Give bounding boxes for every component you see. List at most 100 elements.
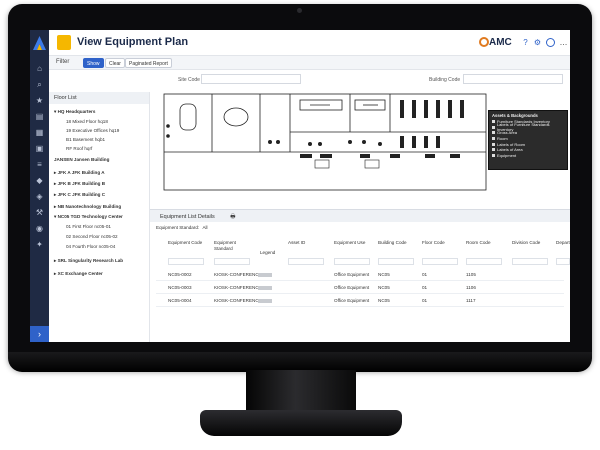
tree-building-item[interactable]: ▸ NB Nanotechnology Building: [54, 204, 121, 210]
show-button[interactable]: Show: [83, 58, 104, 68]
column-header[interactable]: Equipment Code: [168, 240, 206, 246]
checkbox-icon[interactable]: [492, 125, 495, 129]
monitor-stand-neck: [246, 370, 356, 414]
calendar-icon[interactable]: ▣: [35, 144, 44, 153]
brand-name: AMC: [489, 37, 512, 48]
layer-label: Labels of Area: [497, 147, 523, 153]
column-filter-input[interactable]: [556, 258, 570, 265]
table-cell[interactable]: NC05-0002: [168, 272, 192, 277]
column-header[interactable]: Division Code: [512, 240, 550, 246]
settings-gear-icon[interactable]: ⚙: [533, 38, 542, 47]
column-filter-input[interactable]: [378, 258, 414, 265]
table-cell: KIOSK-CONFERENCE: [214, 298, 262, 303]
column-filter-input[interactable]: [422, 258, 458, 265]
print-icon[interactable]: 🖶: [230, 214, 235, 220]
user-avatar-icon[interactable]: [546, 38, 555, 47]
column-filter-input[interactable]: [214, 258, 250, 265]
clear-button[interactable]: Clear: [105, 58, 125, 68]
column-header[interactable]: Equipment Standard: [214, 240, 252, 252]
checkbox-icon[interactable]: [492, 137, 495, 141]
column-header[interactable]: Floor Code: [422, 240, 460, 246]
tree-building-item[interactable]: ▸ JFK C JFK Building C: [54, 192, 105, 198]
column-filter-input[interactable]: [288, 258, 324, 265]
layer-toggle[interactable]: Equipment: [492, 153, 564, 159]
tree-item-label: 18 Mixed Floor hq18: [66, 119, 108, 124]
star-icon[interactable]: ★: [35, 96, 44, 105]
tree-building-item[interactable]: ▾ HQ Headquarters: [54, 109, 95, 115]
site-code-input[interactable]: [201, 74, 301, 84]
tree-building-item[interactable]: ▸ SRL Singularity Research Lab: [54, 258, 123, 264]
column-header[interactable]: Legend: [260, 250, 298, 256]
tree-floor-item[interactable]: B1 Basement hqb1: [66, 137, 105, 142]
tag-icon[interactable]: ◆: [35, 176, 44, 185]
wrench-icon[interactable]: ⚒: [35, 208, 44, 217]
layer-label: Labels of Room: [497, 141, 526, 147]
table-cell: NC05: [378, 298, 390, 303]
column-header[interactable]: Department Code: [556, 240, 570, 246]
expand-nav-button[interactable]: ›: [30, 326, 49, 342]
layers-panel[interactable]: Assets & Backgrounds Furniture Standards…: [488, 110, 568, 170]
tree-item-label: 19 Executive Offices hq19: [66, 128, 120, 133]
checkbox-icon[interactable]: [492, 120, 495, 124]
paginated-report-button[interactable]: Paginated Report: [125, 58, 172, 68]
tree-building-item[interactable]: ▾ NC05 TGD Technology Center: [54, 214, 123, 220]
layers-icon[interactable]: ◈: [35, 192, 44, 201]
tree-floor-item[interactable]: 18 Mixed Floor hq18: [66, 119, 108, 124]
top-bar: View Equipment Plan AMC ? ⚙ …: [49, 30, 570, 56]
tree-floor-item[interactable]: RF Roof hqrf: [66, 146, 92, 151]
equipment-list-title-text: Equipment List Details: [160, 214, 215, 220]
tree-item-label: JANSEN Jansen Building: [54, 157, 110, 162]
column-header[interactable]: Equipment Use: [334, 240, 372, 246]
home-icon[interactable]: ⌂: [35, 64, 44, 73]
column-filter-input[interactable]: [466, 258, 502, 265]
tree-building-item[interactable]: ▸ XC Exchange Center: [54, 271, 103, 277]
grid-icon[interactable]: ▦: [35, 128, 44, 137]
table-cell[interactable]: NC05-0003: [168, 285, 192, 290]
tree-building-item[interactable]: ▸ JFK A JFK Building A: [54, 170, 105, 176]
equipment-list-title: Equipment List Details 🖶: [150, 210, 570, 222]
monitor-chin: [8, 352, 592, 372]
document-icon[interactable]: ▤: [35, 112, 44, 121]
tree-floor-item[interactable]: 19 Executive Offices hq19: [66, 128, 119, 133]
column-header[interactable]: Room Code: [466, 240, 504, 246]
more-menu-icon[interactable]: …: [559, 38, 568, 47]
equipment-standard-value: All: [202, 225, 208, 230]
table-cell: NC05: [378, 285, 390, 290]
nav-rail: ⌂ ⌕ ★ ▤ ▦ ▣ ≡ ◆ ◈ ⚒ ◉ ✦ ›: [30, 30, 49, 342]
tree-item-label: XC Exchange Center: [57, 271, 103, 276]
page-title: View Equipment Plan: [77, 36, 189, 48]
checkbox-icon[interactable]: [492, 142, 495, 146]
eye-icon[interactable]: ◉: [35, 224, 44, 233]
column-filter-input[interactable]: [334, 258, 370, 265]
help-icon[interactable]: ?: [521, 38, 530, 47]
checkbox-icon[interactable]: [492, 131, 495, 135]
building-code-input[interactable]: [463, 74, 563, 84]
layers-panel-title: Assets & Backgrounds: [492, 113, 538, 118]
equipment-standard-filter[interactable]: Equipment Standard: All: [156, 225, 208, 230]
floor-list-title: Floor List: [49, 92, 149, 104]
tree-item-label: B1 Basement hqb1: [66, 137, 106, 142]
tree-item-label: NB Nanotechnology Building: [57, 204, 122, 209]
amc-logo-icon: [479, 37, 489, 47]
filter-label: Filter: [56, 59, 70, 65]
layer-toggle[interactable]: Labels of Furniture Standards Inventory: [492, 122, 564, 132]
tree-building-item[interactable]: ▸ JFK B JFK Building B: [54, 181, 105, 187]
table-cell[interactable]: NC05-0004: [168, 298, 192, 303]
floor-plan-drawing[interactable]: Assets & Backgrounds Furniture Standards…: [150, 92, 570, 210]
tree-building-item[interactable]: JANSEN Jansen Building: [54, 157, 109, 162]
checkbox-icon[interactable]: [492, 153, 495, 157]
tree-floor-item[interactable]: 02 Second Floor nc05-02: [66, 234, 118, 239]
settings-icon[interactable]: ✦: [35, 240, 44, 249]
column-header[interactable]: Building Code: [378, 240, 416, 246]
list-icon[interactable]: ≡: [35, 160, 44, 169]
column-filter-input[interactable]: [512, 258, 548, 265]
search-icon[interactable]: ⌕: [35, 80, 44, 89]
tree-item-label: JFK B JFK Building B: [57, 181, 106, 186]
checkbox-icon[interactable]: [492, 148, 495, 152]
table-cell: KIOSK-CONFERENCE: [214, 272, 262, 277]
tree-floor-item[interactable]: 01 First Floor nc05-01: [66, 224, 111, 229]
tree-floor-item[interactable]: 04 Fourth Floor nc05-04: [66, 244, 115, 249]
column-header[interactable]: Asset ID: [288, 240, 326, 246]
tree-item-label: JFK A JFK Building A: [57, 170, 105, 175]
column-filter-input[interactable]: [168, 258, 204, 265]
